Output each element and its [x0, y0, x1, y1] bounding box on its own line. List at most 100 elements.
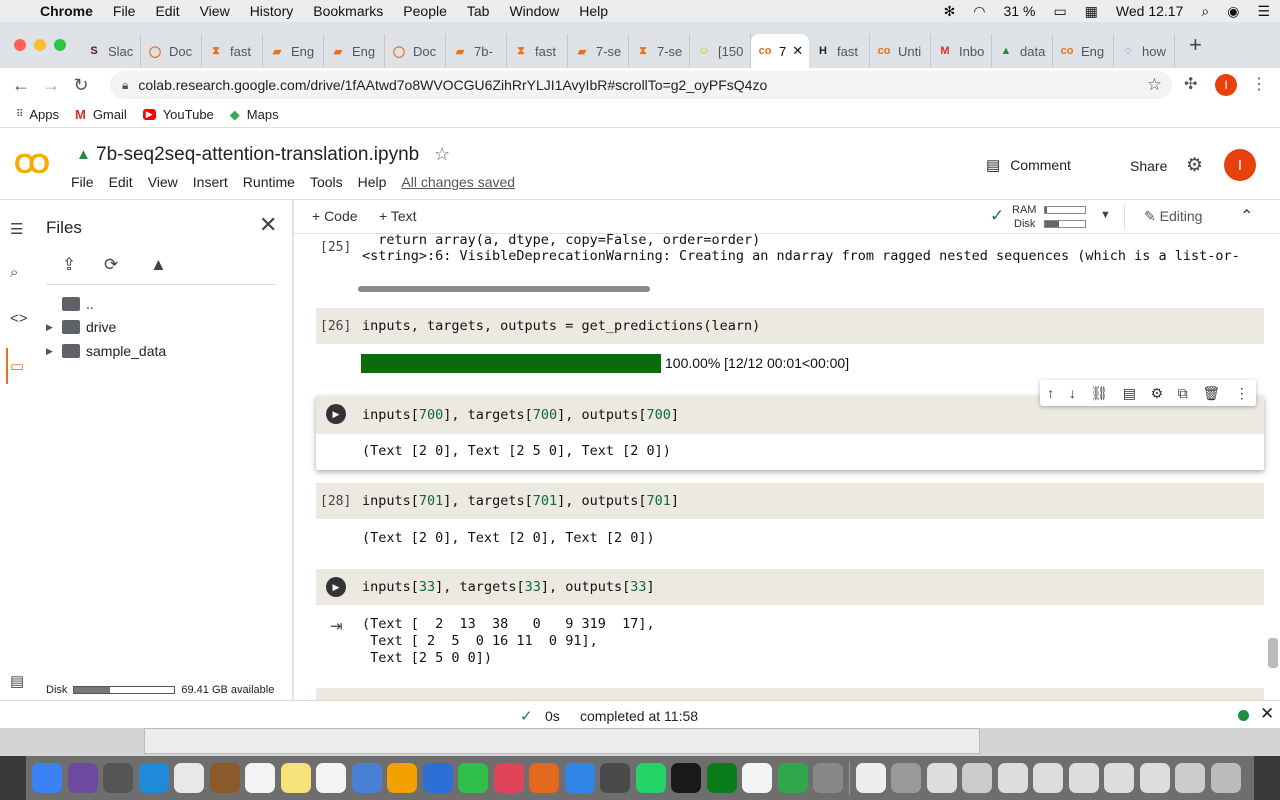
menubar-window[interactable]: Window: [509, 3, 559, 19]
menubar-bookmarks[interactable]: Bookmarks: [313, 3, 383, 19]
dock-app-icon[interactable]: [997, 763, 1028, 793]
close-panel-icon[interactable]: ✕: [259, 212, 277, 238]
dock-app-icon[interactable]: [926, 763, 957, 793]
mirror-cell-icon[interactable]: ⧉: [1178, 385, 1188, 402]
colab-menu-tools[interactable]: Tools: [310, 174, 343, 190]
code-cell[interactable]: [316, 688, 1264, 700]
browser-tab[interactable]: ▲ data: [992, 34, 1053, 68]
menubar-history[interactable]: History: [250, 3, 294, 19]
menubar-help[interactable]: Help: [579, 3, 608, 19]
code-snippets-icon[interactable]: <>: [10, 310, 28, 327]
mount-drive-icon[interactable]: ▲: [150, 255, 167, 275]
move-cell-down-icon[interactable]: ↓: [1069, 385, 1076, 401]
back-button[interactable]: ←: [6, 75, 36, 96]
notebook-vertical-scrollbar[interactable]: [1268, 638, 1278, 668]
colab-menu-view[interactable]: View: [148, 174, 178, 190]
cell-settings-icon[interactable]: ⚙: [1151, 385, 1164, 402]
dock-app-icon[interactable]: [209, 763, 240, 793]
dock-app-icon[interactable]: [777, 763, 808, 793]
dock-app-icon[interactable]: [635, 763, 666, 793]
browser-tab[interactable]: M Inbo: [931, 34, 992, 68]
link-to-cell-icon[interactable]: ⛓: [1090, 385, 1108, 402]
share-button[interactable]: Share: [1130, 158, 1167, 174]
dock-app-icon[interactable]: [493, 763, 524, 793]
dock-app-icon[interactable]: [1104, 763, 1134, 793]
forward-button[interactable]: →: [36, 75, 66, 96]
browser-tab[interactable]: ⧗ fast: [507, 34, 568, 68]
dock-app-icon[interactable]: [529, 763, 559, 793]
comment-button[interactable]: ▤ Comment: [986, 156, 1071, 174]
cell-source[interactable]: inputs, targets, outputs = get_predictio…: [362, 318, 760, 334]
browser-tab[interactable]: ◯ Doc: [141, 34, 202, 68]
star-notebook-icon[interactable]: ☆: [434, 144, 450, 165]
close-window-button[interactable]: [14, 39, 26, 51]
file-item-drive[interactable]: ▶ drive: [46, 319, 116, 335]
menubar-edit[interactable]: Edit: [155, 3, 179, 19]
dock-app-icon[interactable]: [138, 763, 169, 793]
delete-cell-icon[interactable]: 🗑︎: [1202, 385, 1220, 402]
dock-app-icon[interactable]: [671, 763, 701, 793]
expand-icon[interactable]: ▶: [46, 322, 62, 333]
bookmark-youtube[interactable]: ▶ YouTube: [142, 107, 214, 122]
code-cell[interactable]: ▶ inputs[33], targets[33], outputs[33]: [316, 569, 1264, 605]
profile-avatar[interactable]: I: [1215, 74, 1237, 96]
close-status-icon[interactable]: ✕: [1260, 704, 1274, 724]
cell-source[interactable]: inputs[701], targets[701], outputs[701]: [362, 493, 679, 509]
file-item-sample-data[interactable]: ▶ sample_data: [46, 343, 166, 359]
code-cell[interactable]: [28] inputs[701], targets[701], outputs[…: [316, 483, 1264, 519]
settings-gear-icon[interactable]: ⚙: [1186, 154, 1203, 177]
google-drive-icon[interactable]: ▲: [76, 146, 91, 163]
dock-app-icon[interactable]: [742, 763, 772, 793]
dock-app-icon[interactable]: [962, 763, 992, 793]
add-code-button[interactable]: + Code: [312, 208, 358, 224]
terminal-icon[interactable]: ▤: [10, 672, 24, 690]
colab-menu-help[interactable]: Help: [358, 174, 387, 190]
extensions-icon[interactable]: ✣: [1184, 74, 1197, 94]
colab-account-avatar[interactable]: I: [1224, 149, 1256, 181]
dock-app-icon[interactable]: [1139, 763, 1170, 793]
battery-status[interactable]: 31 %: [1004, 3, 1036, 19]
minimize-window-button[interactable]: [34, 39, 46, 51]
new-tab-button[interactable]: +: [1189, 32, 1202, 58]
file-item-parent[interactable]: ..: [46, 296, 94, 312]
browser-tab[interactable]: ▰ Eng: [324, 34, 385, 68]
dock-app-icon[interactable]: [1068, 763, 1099, 793]
files-folder-icon[interactable]: ▭: [10, 357, 24, 375]
expand-icon[interactable]: ▶: [46, 346, 62, 357]
dock-app-icon[interactable]: [1033, 763, 1063, 793]
add-text-button[interactable]: + Text: [379, 208, 417, 224]
runtime-dropdown-icon[interactable]: ▼: [1100, 209, 1111, 221]
bookmark-maps[interactable]: ◆ Maps: [230, 107, 279, 123]
collapse-header-icon[interactable]: ⌃: [1240, 206, 1253, 226]
browser-tab[interactable]: Hfast: [809, 34, 870, 68]
address-bar[interactable]: 🔒︎ colab.research.google.com/drive/1fAAt…: [110, 71, 1172, 99]
dock-app-icon[interactable]: [600, 763, 630, 793]
editing-mode-button[interactable]: ✎ Editing: [1144, 208, 1202, 225]
browser-tab[interactable]: co 7 ✕: [751, 34, 809, 68]
menubar-people[interactable]: People: [403, 3, 447, 19]
execution-status[interactable]: completed at 11:58: [580, 708, 698, 724]
cell-source[interactable]: inputs[33], targets[33], outputs[33]: [362, 579, 655, 595]
wifi-icon[interactable]: ◠: [973, 3, 985, 20]
browser-tab[interactable]: ▰ 7-se: [568, 34, 629, 68]
notebook-title[interactable]: 7b-seq2seq-attention-translation.ipynb: [96, 144, 419, 166]
dock-app-icon[interactable]: [458, 763, 488, 793]
move-cell-up-icon[interactable]: ↑: [1047, 385, 1054, 401]
more-actions-icon[interactable]: ⋮: [1235, 385, 1249, 402]
browser-tab[interactable]: ☺ [150: [690, 34, 751, 68]
colab-menu-file[interactable]: File: [71, 174, 94, 190]
browser-tab[interactable]: ▰ Eng: [263, 34, 324, 68]
dock-app-icon[interactable]: [67, 763, 98, 793]
browser-tab[interactable]: co Unti: [870, 34, 931, 68]
run-cell-button[interactable]: ▶: [326, 577, 346, 597]
bookmark-gmail[interactable]: M Gmail: [75, 107, 127, 122]
close-tab-icon[interactable]: ✕: [792, 43, 803, 59]
save-status[interactable]: All changes saved: [401, 174, 515, 190]
output-menu-icon[interactable]: ⇥: [330, 617, 343, 635]
disk-bar[interactable]: [1044, 220, 1086, 228]
dock-app-icon[interactable]: [564, 763, 595, 793]
browser-tab[interactable]: ◯ Doc: [385, 34, 446, 68]
menubar-tab[interactable]: Tab: [467, 3, 490, 19]
colab-menu-edit[interactable]: Edit: [109, 174, 133, 190]
clock[interactable]: Wed 12.17: [1116, 3, 1183, 19]
